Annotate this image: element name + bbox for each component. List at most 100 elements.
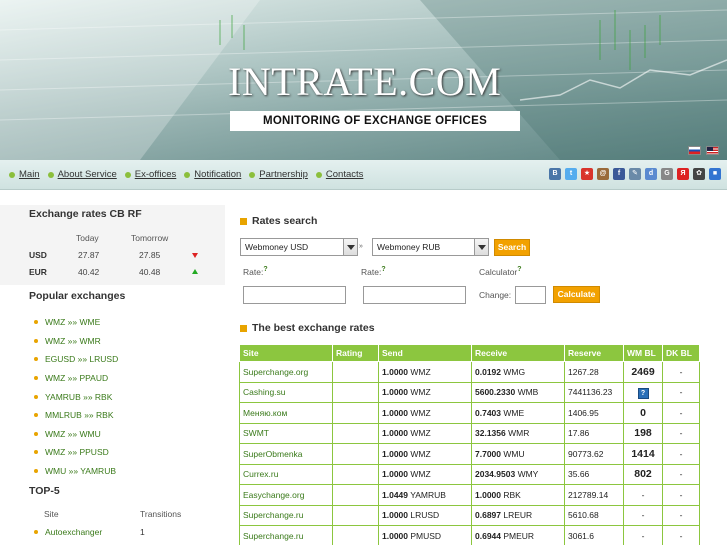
col-site[interactable]: Site [239,344,333,362]
best-rates-table: Site Rating Send Receive Reserve WM BL D… [239,344,700,545]
popular-exchange-item[interactable]: WMU »» YAMRUB [34,462,118,481]
nav-link-about[interactable]: About Service [47,169,117,180]
row-site[interactable]: Currex.ru [239,463,333,485]
row-site[interactable]: Easychange.org [239,484,333,506]
nav-link-notification[interactable]: Notification [184,169,241,180]
row-receive: 0.7403 WME [471,402,565,424]
delicious-squares-icon[interactable]: ■ [709,168,721,180]
table-row[interactable]: Superchange.ru 1.0000 LRUSD 0.6897 LREUR 56… [239,504,700,526]
popular-exchange-item[interactable]: WMZ »» PPUSD [34,443,118,462]
row-site[interactable]: Superchange.ru [239,525,333,545]
english-flag-icon[interactable] [706,146,719,155]
nav-link-contacts[interactable]: Contacts [315,169,363,180]
row-send: 1.0000 WMZ [378,463,472,485]
row-wm-bl[interactable]: 0 [623,402,663,424]
chevron-down-icon[interactable] [474,239,488,255]
row-receive: 7.7000 WMU [471,443,565,465]
table-row[interactable]: Easychange.org 1.0449 YAMRUB 1.0000 RBK 212… [239,484,700,506]
popular-exchange-item[interactable]: WMZ »» WMU [34,425,118,444]
col-send[interactable]: Send [378,344,472,362]
rate-to-input[interactable] [363,286,466,304]
row-wm-bl[interactable]: - [623,484,663,506]
table-row[interactable]: SWMT 1.0000 WMZ 32.1356 WMR 17.86 198- [239,422,700,444]
send-currency: WMZ [410,469,431,480]
table-row[interactable]: Superchange.ru 1.0000 PMUSD 0.6944 PMEUR 30… [239,525,700,545]
bookmark-icon[interactable]: ★ [581,168,593,180]
table-row[interactable]: SuperObmenka 1.0000 WMZ 7.7000 WMU 90773.62… [239,443,700,465]
row-dk-bl: - [662,463,700,485]
table-row[interactable]: Superchange.org 1.0000 WMZ 0.0192 WMG 1267.… [239,361,700,383]
row-reserve: 7441136.23 [564,381,624,403]
col-dk-bl[interactable]: DK BL [662,344,700,362]
mail-icon[interactable]: @ [597,168,609,180]
table-row[interactable]: Cashing.su 1.0000 WMZ 5600.2330 WMB 7441136… [239,381,700,403]
popular-exchange-item[interactable]: EGUSD »» LRUSD [34,350,118,369]
nav-link-ex-offices[interactable]: Ex-offices [124,169,176,180]
livejournal-icon[interactable]: ✎ [629,168,641,180]
col-reserve[interactable]: Reserve [564,344,624,362]
cb-usd-today: 27.87 [78,250,100,260]
myspace-icon[interactable]: ✿ [693,168,705,180]
section-square-icon [240,217,247,225]
webmoney-question-icon[interactable]: ? [637,387,649,399]
send-amount: 1.0000 [382,387,408,398]
row-wm-bl[interactable]: 1414 [623,443,663,465]
popular-exchange-item[interactable]: MMLRUB »» RBK [34,406,118,425]
help-icon[interactable]: ? [263,266,267,273]
table-row[interactable]: Currex.ru 1.0000 WMZ 2034.9503 WMY 35.66 802… [239,463,700,485]
calculate-button[interactable]: Calculate [553,286,600,303]
cb-rates-title: Exchange rates CB RF [29,208,142,220]
col-rating[interactable]: Rating [332,344,379,362]
nav-link-main[interactable]: Main [9,169,40,180]
search-button[interactable]: Search [494,239,530,256]
row-wm-bl[interactable]: - [623,525,663,545]
twitter-icon[interactable]: t [565,168,577,180]
row-site[interactable]: Меняю.ком [239,402,333,424]
receive-amount: 5600.2330 [475,387,516,398]
yandex-icon[interactable]: Я [677,168,689,180]
list-bullet-icon [34,394,38,399]
row-send: 1.0000 WMZ [378,443,472,465]
help-icon[interactable]: ? [517,266,521,273]
nav-bullet-icon [315,171,322,178]
popular-exchange-item[interactable]: WMZ »» WMR [34,332,118,351]
receive-currency: WMG [503,366,526,377]
popular-exchange-item[interactable]: YAMRUB »» RBK [34,387,118,406]
nav-bullet-icon [124,171,131,178]
header-banner: INTRATE.COM MONITORING OF EXCHANGE OFFIC… [0,0,727,160]
delicious-icon[interactable]: d [645,168,657,180]
help-icon[interactable]: ? [381,266,385,273]
row-wm-bl[interactable]: 802 [623,463,663,485]
send-amount: 1.0000 [382,530,408,541]
change-amount-input[interactable] [515,286,546,304]
row-wm-bl[interactable]: 198 [623,422,663,444]
chevron-down-icon[interactable] [343,239,357,255]
site-logo[interactable]: INTRATE.COM [228,58,501,105]
popular-exchange-item[interactable]: WMZ »» PPAUD [34,369,118,388]
google-icon[interactable]: G [661,168,673,180]
row-site[interactable]: Superchange.org [239,361,333,383]
col-receive[interactable]: Receive [471,344,565,362]
vkontakte-icon[interactable]: B [549,168,561,180]
popular-exchange-item[interactable]: WMZ »» WME [34,313,118,332]
row-site[interactable]: Superchange.ru [239,504,333,526]
from-currency-select[interactable]: Webmoney USD [240,238,358,256]
trend-down-icon [192,253,198,258]
rate-from-input[interactable] [243,286,346,304]
row-wm-bl[interactable]: - [623,504,663,526]
nav-link-partnership[interactable]: Partnership [249,169,308,180]
row-site[interactable]: SuperObmenka [239,443,333,465]
row-reserve: 35.66 [564,463,624,485]
row-wm-bl[interactable]: 2469 [623,361,663,383]
row-site[interactable]: SWMT [239,422,333,444]
to-currency-select[interactable]: Webmoney RUB [372,238,489,256]
top5-row[interactable]: Autoexchanger [34,527,102,537]
facebook-icon[interactable]: f [613,168,625,180]
table-row[interactable]: Меняю.ком 1.0000 WMZ 0.7403 WME 1406.95 0- [239,402,700,424]
russian-flag-icon[interactable] [688,146,701,155]
row-reserve: 5610.68 [564,504,624,526]
direction-separator: » [359,243,363,250]
row-site[interactable]: Cashing.su [239,381,333,403]
language-switcher [688,146,719,155]
col-wm-bl[interactable]: WM BL [623,344,663,362]
